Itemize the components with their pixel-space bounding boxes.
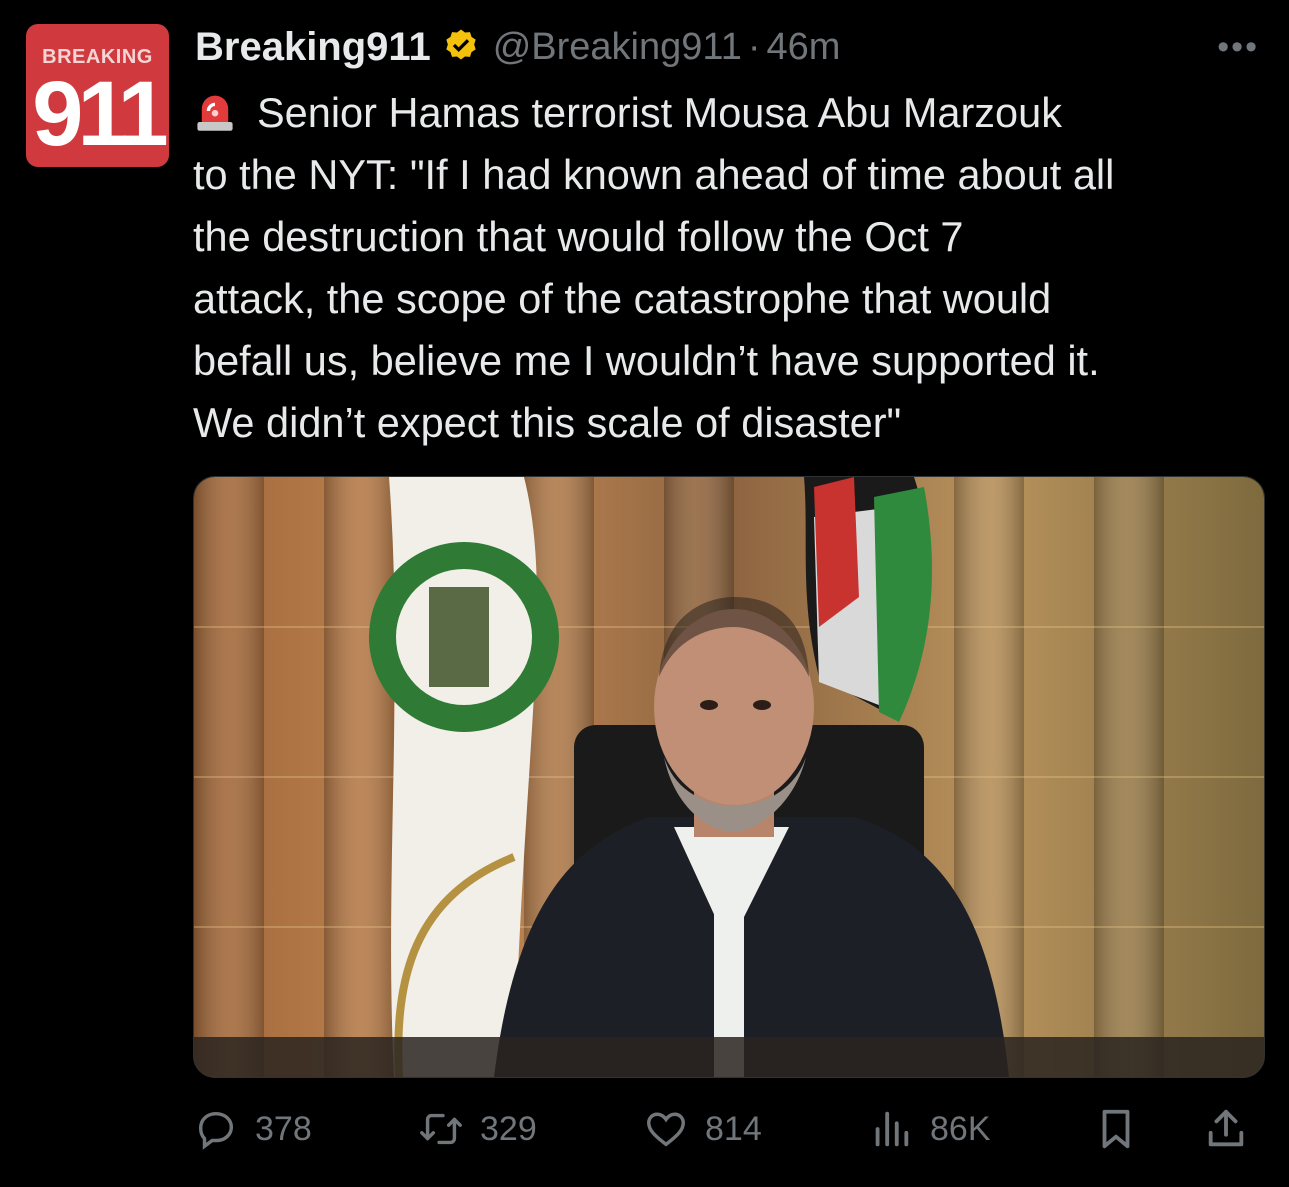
tweet-header: Breaking911 @Breaking911 · 46m [195, 22, 840, 72]
photo-man-at-desk [194, 477, 1264, 1077]
reply-count: 378 [255, 1109, 312, 1148]
retweet-button[interactable]: 329 [418, 1106, 537, 1152]
avatar[interactable]: BREAKING 911 [26, 24, 169, 167]
avatar-number: 911 [32, 63, 168, 165]
action-bar: 378 329 814 86K [193, 1100, 1263, 1160]
share-icon [1208, 1109, 1244, 1147]
siren-icon [197, 95, 233, 131]
retweet-count: 329 [480, 1109, 537, 1148]
user-handle[interactable]: @Breaking911 [493, 26, 742, 69]
more-options-icon[interactable]: ••• [1217, 28, 1259, 67]
views-button[interactable]: 86K [868, 1106, 991, 1152]
share-button[interactable] [1203, 1106, 1249, 1152]
tweet-photo[interactable] [193, 476, 1265, 1078]
tweet-text: Senior Hamas terrorist Mousa Abu Marzouk… [193, 89, 1115, 446]
bookmark-icon [1102, 1109, 1130, 1149]
views-icon [875, 1111, 909, 1147]
reply-button[interactable]: 378 [193, 1106, 312, 1152]
retweet-icon [420, 1113, 462, 1145]
dot-separator: · [747, 25, 761, 68]
display-name[interactable]: Breaking911 [195, 25, 431, 70]
heart-icon [647, 1112, 685, 1147]
reply-icon [198, 1111, 234, 1150]
bookmark-button[interactable] [1093, 1106, 1139, 1152]
like-button[interactable]: 814 [643, 1106, 762, 1152]
like-count: 814 [705, 1109, 762, 1148]
verified-badge-icon [446, 29, 476, 60]
views-count: 86K [930, 1109, 991, 1148]
post-time[interactable]: 46m [767, 26, 841, 69]
tweet-body: Senior Hamas terrorist Mousa Abu Marzouk… [193, 82, 1273, 454]
